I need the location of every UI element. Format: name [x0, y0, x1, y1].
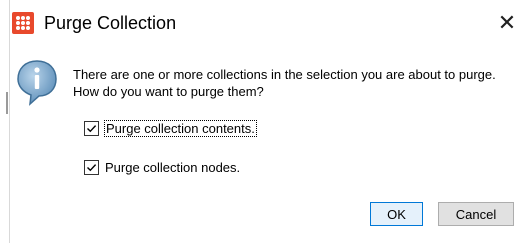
purge-nodes-option[interactable]: Purge collection nodes.: [84, 158, 240, 176]
purge-contents-option[interactable]: Purge collection contents.: [84, 119, 257, 137]
purge-collection-dialog: Purge Collection ✕ There are one or more…: [10, 0, 528, 243]
background-window-edge: [0, 0, 10, 243]
dialog-titlebar[interactable]: Purge Collection ✕: [10, 0, 528, 46]
cancel-button[interactable]: Cancel: [438, 202, 514, 226]
check-icon: [87, 163, 97, 171]
dialog-message: There are one or more collections in the…: [73, 67, 496, 99]
dialog-title: Purge Collection: [44, 13, 177, 33]
purge-contents-label[interactable]: Purge collection contents.: [104, 119, 257, 137]
purge-contents-checkbox[interactable]: [84, 120, 99, 136]
purge-nodes-checkbox[interactable]: [84, 159, 99, 175]
background-scrollbar-mark: [6, 92, 8, 114]
app-icon: [12, 12, 34, 34]
close-icon[interactable]: ✕: [492, 8, 522, 38]
ok-button[interactable]: OK: [370, 202, 423, 226]
info-icon: [16, 58, 58, 106]
check-icon: [87, 124, 97, 132]
purge-nodes-label[interactable]: Purge collection nodes.: [105, 160, 240, 175]
